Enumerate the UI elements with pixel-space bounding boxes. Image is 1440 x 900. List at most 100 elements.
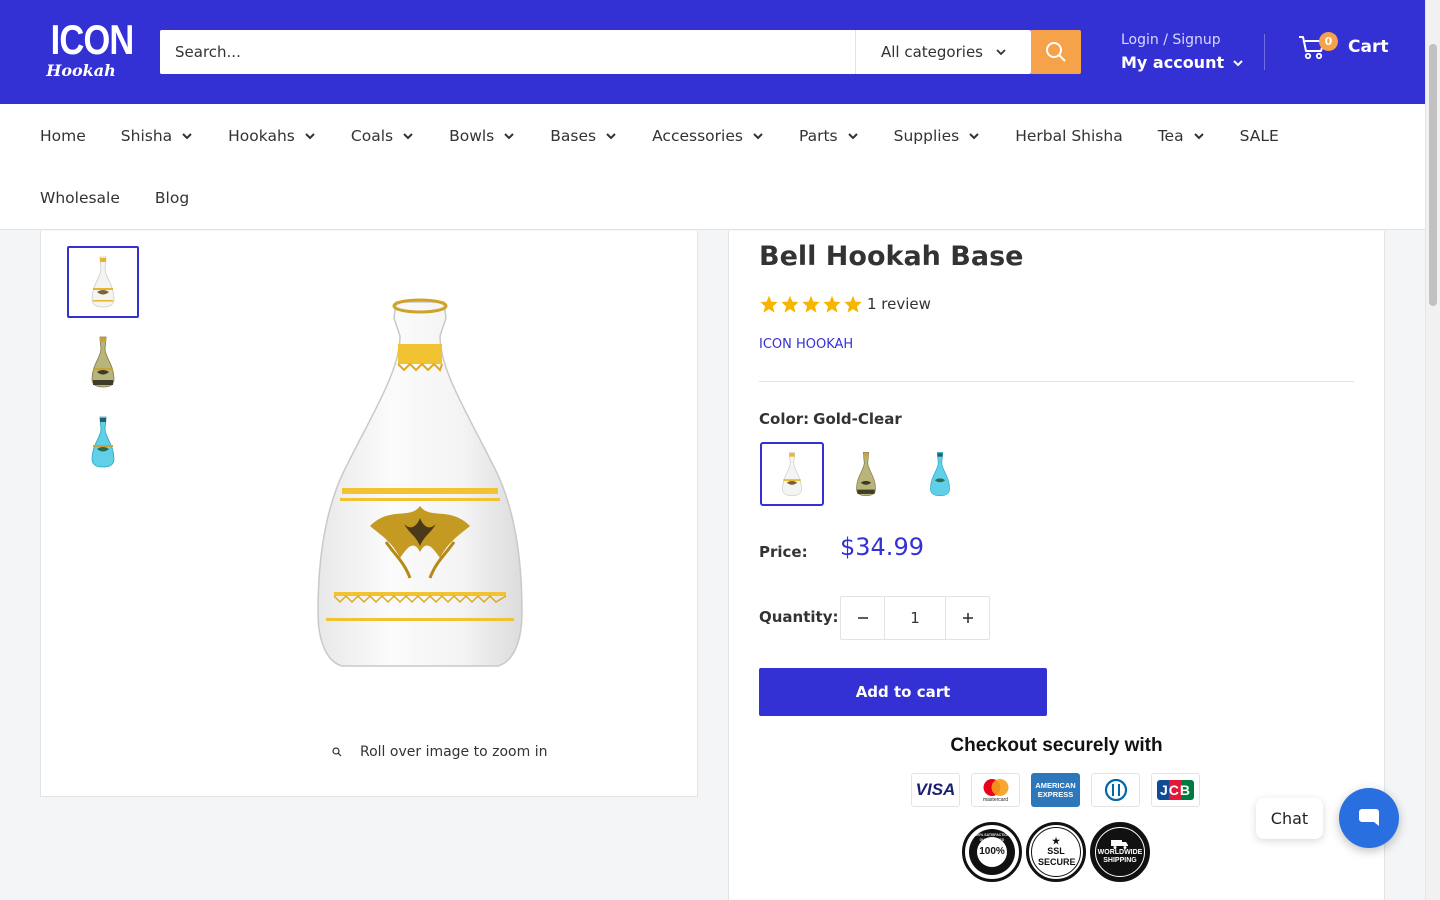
quantity-label: Quantity: xyxy=(759,608,839,626)
mastercard-label: mastercard xyxy=(982,796,1008,803)
color-value: Gold-Clear xyxy=(813,410,902,428)
vendor-link[interactable]: ICON HOOKAH xyxy=(759,337,853,352)
add-to-cart-button[interactable]: Add to cart xyxy=(759,668,1047,716)
color-swatch-gold-dark[interactable] xyxy=(834,442,898,506)
category-select[interactable]: All categories xyxy=(855,30,1031,74)
diners-club-icon xyxy=(1091,773,1140,807)
nav-item-coals[interactable]: Coals xyxy=(351,127,414,145)
chat-launcher-button[interactable] xyxy=(1339,788,1399,848)
search-bar: All categories xyxy=(160,30,1031,74)
product-title: Bell Hookah Base xyxy=(759,241,1024,272)
account-menu[interactable]: Login / Signup My account xyxy=(1121,30,1244,76)
page-scrollbar[interactable] xyxy=(1425,0,1440,900)
star-icon xyxy=(760,295,778,313)
search-input[interactable] xyxy=(160,30,855,74)
nav-item-label: Shisha xyxy=(120,127,173,145)
top-header: ICON Hookah All categories Login / Signu… xyxy=(0,0,1425,104)
nav-item-bases[interactable]: Bases xyxy=(550,127,617,145)
jcb-label: JCB xyxy=(1156,780,1194,800)
chevron-down-icon xyxy=(1233,60,1243,67)
nav-item-label: Herbal Shisha xyxy=(1015,127,1123,145)
site-logo[interactable]: ICON Hookah xyxy=(44,16,135,84)
mastercard-icon: mastercard xyxy=(971,773,1020,807)
hookah-base-gold-clear-image xyxy=(782,451,802,497)
chevron-down-icon xyxy=(753,133,763,140)
chevron-down-icon xyxy=(305,133,315,140)
nav-item-label: Tea xyxy=(1157,127,1184,145)
jcb-icon: JCB xyxy=(1151,773,1200,807)
chevron-down-icon xyxy=(847,133,858,140)
quantity-increase-button[interactable] xyxy=(946,597,989,639)
nav-item-label: Supplies xyxy=(893,127,960,145)
quantity-input[interactable] xyxy=(884,597,946,639)
header-divider xyxy=(1264,34,1265,70)
color-swatch-blue[interactable] xyxy=(908,442,972,506)
worldwide-shipping-text: WORLDWIDE SHIPPING xyxy=(1097,849,1143,864)
main-navigation: Home Shisha Hookahs Coals Bowls Bases Ac… xyxy=(0,104,1425,230)
gallery-thumbnail[interactable] xyxy=(67,246,139,318)
nav-item-parts[interactable]: Parts xyxy=(799,127,859,145)
cart-link[interactable]: 0 Cart xyxy=(1298,32,1389,60)
logo-text-hookah: Hookah xyxy=(46,61,116,80)
satisfaction-text: 100% SATISFACTION GUARANTEED xyxy=(974,833,1010,842)
color-label-text: Color: xyxy=(759,410,810,428)
star-icon xyxy=(781,295,799,313)
logo-text-icon: ICON xyxy=(50,16,135,63)
visa-icon: VISA xyxy=(911,773,960,807)
amex-label: AMERICAN EXPRESS xyxy=(1035,781,1076,799)
gallery-thumbnail[interactable] xyxy=(67,326,139,398)
nav-item-label: Wholesale xyxy=(40,189,120,207)
chevron-down-icon xyxy=(182,133,192,140)
price-label: Price: xyxy=(759,543,808,561)
gallery-thumbnail[interactable] xyxy=(67,406,139,478)
my-account-link[interactable]: My account xyxy=(1121,50,1244,76)
chevron-down-icon xyxy=(606,133,616,140)
divider xyxy=(759,381,1354,382)
satisfaction-guaranteed-badge: 100% 100% SATISFACTION GUARANTEED xyxy=(962,822,1022,882)
mastercard-circles-icon xyxy=(983,778,1008,796)
trust-badges: 100% 100% SATISFACTION GUARANTEED ★ SSL … xyxy=(962,822,1150,882)
truck-icon xyxy=(1111,840,1128,849)
nav-item-label: Accessories xyxy=(652,127,743,145)
quantity-decrease-button[interactable] xyxy=(841,597,884,639)
nav-item-shisha[interactable]: Shisha xyxy=(121,127,193,145)
search-icon xyxy=(1046,42,1066,62)
star-icon xyxy=(844,295,862,313)
review-count-link[interactable]: 1 review xyxy=(867,295,931,313)
nav-item-label: SALE xyxy=(1239,127,1279,145)
cart-label: Cart xyxy=(1348,37,1389,57)
nav-item-home[interactable]: Home xyxy=(40,127,86,145)
product-rating[interactable]: 1 review xyxy=(759,295,931,313)
search-button[interactable] xyxy=(1031,30,1081,74)
color-swatch-gold-clear[interactable] xyxy=(760,442,824,506)
zoom-hint-text: Roll over image to zoom in xyxy=(360,744,548,760)
nav-item-tea[interactable]: Tea xyxy=(1158,127,1205,145)
minus-icon xyxy=(857,617,868,619)
scrollbar-thumb[interactable] xyxy=(1429,44,1437,306)
visa-label: VISA xyxy=(915,780,956,799)
chevron-down-icon xyxy=(403,133,413,140)
main-product-image[interactable] xyxy=(300,296,540,676)
nav-item-bowls[interactable]: Bowls xyxy=(449,127,515,145)
zoom-magnifier-icon xyxy=(332,747,342,757)
diners-club-logo xyxy=(1104,779,1127,801)
ssl-secure-text: SSL SECURE xyxy=(1038,845,1076,867)
payment-methods: VISA mastercard AMERICAN EXPRESS JCB xyxy=(911,773,1200,807)
nav-item-label: Blog xyxy=(154,189,190,207)
nav-item-wholesale[interactable]: Wholesale xyxy=(40,189,120,207)
hookah-base-blue-image xyxy=(91,416,115,468)
cart-count-badge: 0 xyxy=(1319,32,1338,51)
nav-item-sale[interactable]: SALE xyxy=(1240,127,1279,145)
nav-item-blog[interactable]: Blog xyxy=(155,189,189,207)
login-signup-link[interactable]: Login / Signup xyxy=(1121,30,1244,50)
nav-item-herbal-shisha[interactable]: Herbal Shisha xyxy=(1015,127,1123,145)
nav-item-supplies[interactable]: Supplies xyxy=(894,127,981,145)
hookah-base-blue-image xyxy=(930,451,950,497)
nav-item-accessories[interactable]: Accessories xyxy=(652,127,764,145)
chat-label-bubble[interactable]: Chat xyxy=(1256,798,1323,839)
nav-row: Home Shisha Hookahs Coals Bowls Bases Ac… xyxy=(40,120,1314,152)
star-icon xyxy=(823,295,841,313)
plus-icon xyxy=(962,613,973,623)
nav-item-hookahs[interactable]: Hookahs xyxy=(228,127,316,145)
chat-icon xyxy=(1359,809,1379,826)
